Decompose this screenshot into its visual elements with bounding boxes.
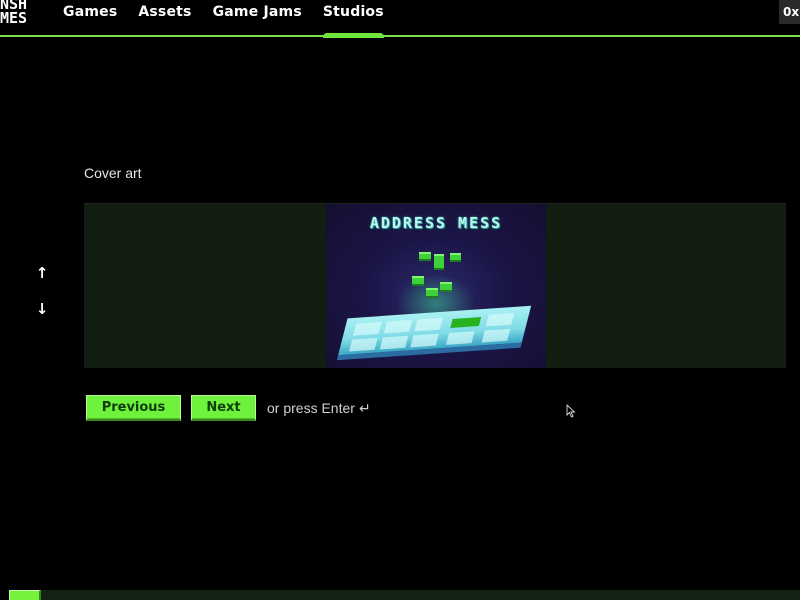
site-logo[interactable]: NSH MES <box>0 0 28 27</box>
green-block <box>419 252 431 261</box>
logo-line-2: MES <box>0 9 28 27</box>
green-block <box>412 276 424 286</box>
corner-badge[interactable]: 0x <box>779 0 800 24</box>
top-nav: NSH MES Games Assets Game Jams Studios 0… <box>0 0 800 38</box>
board-cell <box>379 335 409 350</box>
board-highlight-cell <box>450 317 482 328</box>
next-button[interactable]: Next <box>191 395 256 421</box>
board-cell <box>481 328 511 343</box>
enter-hint-text: or press Enter <box>267 400 355 416</box>
game-board <box>336 305 532 361</box>
board-cell <box>414 317 443 332</box>
board-cell <box>445 331 475 345</box>
arrow-down-icon[interactable]: ↓ <box>33 300 51 318</box>
board-cell <box>353 321 382 336</box>
nav-items: Games Assets Game Jams Studios <box>63 4 405 38</box>
nav-item-game-jams[interactable]: Game Jams <box>213 4 302 24</box>
green-block <box>440 282 452 292</box>
cover-title-text: ADDRESS MESS <box>369 214 503 232</box>
board-cell <box>383 319 413 334</box>
cover-art-image: ADDRESS MESS <box>326 204 546 368</box>
green-block <box>450 253 461 262</box>
section-label: Cover art <box>84 165 142 181</box>
nav-item-assets[interactable]: Assets <box>138 4 191 24</box>
green-block <box>434 254 444 270</box>
mouse-cursor-icon <box>566 404 576 418</box>
arrow-up-icon[interactable]: ↑ <box>33 264 51 282</box>
progress-fill <box>9 590 41 600</box>
nav-item-games[interactable]: Games <box>63 4 117 24</box>
nav-item-studios[interactable]: Studios <box>322 4 384 38</box>
board-cell <box>485 312 515 327</box>
enter-key-icon: ↵ <box>358 400 371 416</box>
green-block <box>426 288 438 298</box>
board-cell <box>349 337 378 352</box>
previous-button[interactable]: Previous <box>86 395 181 421</box>
enter-hint: or press Enter ↵ <box>267 400 371 417</box>
progress-bar <box>9 590 800 600</box>
board-cell <box>410 333 439 348</box>
cover-art-panel: ADDRESS MESS <box>84 203 786 368</box>
